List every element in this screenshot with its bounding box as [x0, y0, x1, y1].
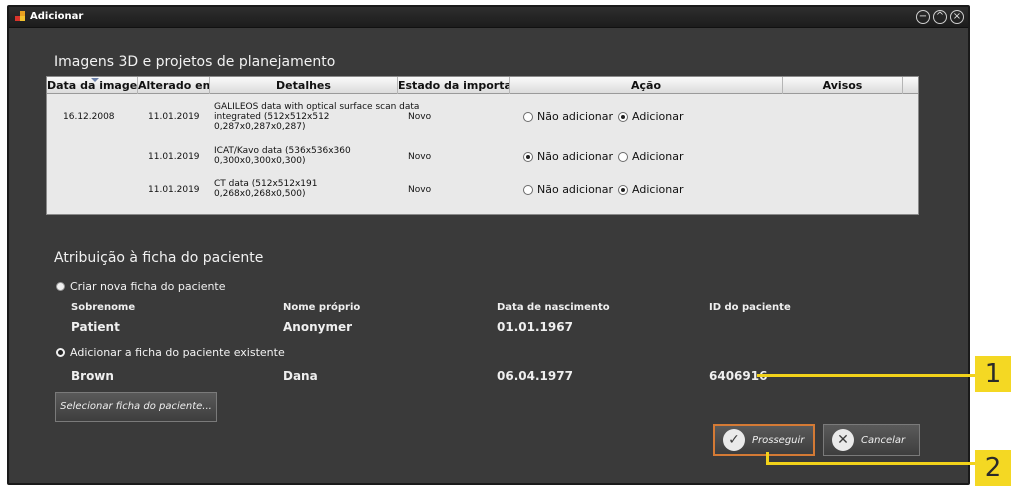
callout-2-line	[766, 462, 975, 465]
new-patient-surname: Patient	[71, 320, 120, 334]
add-label[interactable]: Adicionar	[632, 110, 683, 123]
cancel-button[interactable]: ✕ Cancelar	[823, 424, 920, 456]
checkmark-icon: ✓	[723, 429, 745, 451]
maximize-icon[interactable]: ^	[933, 10, 947, 24]
window-controls: − ^ ×	[916, 10, 964, 24]
do-not-add-label[interactable]: Não adicionar	[537, 110, 613, 123]
status-cell: Novo	[408, 184, 432, 195]
new-patient-option[interactable]: Criar nova ficha do paciente	[56, 280, 226, 293]
add-label[interactable]: Adicionar	[632, 150, 683, 163]
existing-patient-option[interactable]: Adicionar a ficha do paciente existente	[56, 346, 285, 359]
details-cell: CT data (512x512x191 0,268x0,268x0,500)	[214, 179, 318, 199]
modified-date-cell: 11.01.2019	[148, 151, 200, 162]
birth-date-header: Data de nascimento	[497, 302, 610, 313]
callout-2-badge: 2	[975, 450, 1011, 486]
col-header-modified[interactable]: Alterado em	[138, 77, 210, 94]
assignment-section-title: Atribuição à ficha do paciente	[54, 250, 264, 266]
imports-section-title: Imagens 3D e projetos de planejamento	[54, 54, 336, 70]
table-row[interactable]: 11.01.2019 CT data (512x512x191 0,268x0,…	[47, 177, 918, 202]
surname-header: Sobrenome	[71, 302, 136, 313]
app-logo-icon	[15, 11, 25, 21]
proceed-label: Prosseguir	[752, 434, 805, 446]
action-radio-group: Não adicionar Adicionar	[523, 183, 689, 196]
imports-table: Data da imagem Alterado em Detalhes Esta…	[46, 76, 919, 215]
table-row[interactable]: 16.12.2008 11.01.2019 GALILEOS data with…	[47, 102, 918, 132]
new-patient-label[interactable]: Criar nova ficha do paciente	[70, 280, 226, 293]
col-header-details[interactable]: Detalhes	[210, 77, 398, 94]
do-not-add-label[interactable]: Não adicionar	[537, 183, 613, 196]
col-header-import-status[interactable]: Estado da importação	[398, 77, 510, 94]
table-header: Data da imagem Alterado em Detalhes Esta…	[47, 77, 918, 94]
do-not-add-radio[interactable]	[523, 111, 533, 122]
window-title: Adicionar	[30, 11, 84, 22]
add-radio[interactable]	[618, 111, 629, 122]
action-radio-group: Não adicionar Adicionar	[523, 150, 689, 163]
cancel-x-icon: ✕	[832, 429, 854, 451]
title-bar: Adicionar − ^ ×	[9, 7, 968, 28]
modified-date-cell: 11.01.2019	[148, 112, 200, 122]
patient-id-header: ID do paciente	[709, 302, 791, 313]
status-cell: Novo	[408, 112, 432, 122]
select-patient-button[interactable]: Selecionar ficha do paciente...	[55, 392, 217, 422]
details-cell: ICAT/Kavo data (536x536x360 0,300x0,300x…	[214, 146, 351, 166]
proceed-button[interactable]: ✓ Prosseguir	[713, 424, 815, 456]
image-date-cell: 16.12.2008	[63, 112, 115, 122]
existing-patient-birth-date: 06.04.1977	[497, 369, 573, 383]
do-not-add-radio[interactable]	[523, 184, 533, 195]
modified-date-cell: 11.01.2019	[148, 184, 200, 195]
minimize-icon[interactable]: −	[916, 10, 930, 24]
callout-1-badge: 1	[975, 356, 1011, 392]
table-row[interactable]: 11.01.2019 ICAT/Kavo data (536x536x360 0…	[47, 144, 918, 169]
close-icon[interactable]: ×	[950, 10, 964, 24]
add-label[interactable]: Adicionar	[632, 183, 683, 196]
sort-descending-icon	[91, 78, 99, 82]
do-not-add-label[interactable]: Não adicionar	[537, 150, 613, 163]
existing-patient-given-name: Dana	[283, 369, 318, 383]
existing-patient-surname: Brown	[71, 369, 114, 383]
add-radio[interactable]	[618, 184, 629, 195]
new-patient-given-name: Anonymer	[283, 320, 352, 334]
col-header-action[interactable]: Ação	[510, 77, 783, 94]
cancel-label: Cancelar	[861, 434, 906, 446]
existing-patient-radio[interactable]	[56, 348, 65, 357]
status-cell: Novo	[408, 151, 432, 162]
new-patient-birth-date: 01.01.1967	[497, 320, 573, 334]
new-patient-radio[interactable]	[56, 282, 65, 291]
existing-patient-label[interactable]: Adicionar a ficha do paciente existente	[70, 346, 285, 359]
col-header-warnings[interactable]: Avisos	[783, 77, 903, 94]
add-radio[interactable]	[618, 151, 629, 162]
action-radio-group: Não adicionar Adicionar	[523, 110, 689, 123]
details-cell: GALILEOS data with optical surface scan …	[214, 102, 420, 132]
callout-1-line	[757, 374, 975, 377]
do-not-add-radio[interactable]	[523, 151, 533, 162]
given-name-header: Nome próprio	[283, 302, 361, 313]
